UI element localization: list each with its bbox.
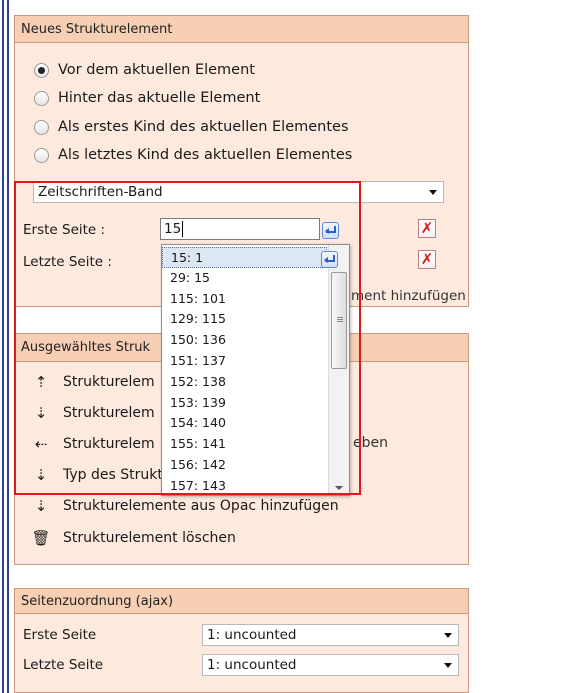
- chevron-down-icon: [429, 190, 437, 195]
- page-suggestion-option[interactable]: 156: 142: [162, 455, 327, 476]
- opac-import-icon: ⇣: [34, 497, 48, 515]
- radio-before-current[interactable]: Vor dem aktuellen Element: [34, 59, 255, 81]
- change-type-icon: ⇣: [34, 466, 48, 484]
- action-label: Strukturelem: [63, 374, 155, 390]
- page-suggestion-option[interactable]: 150: 136: [162, 330, 327, 351]
- structure-type-value: Zeitschriften-Band: [38, 184, 163, 200]
- radio-label: Als erstes Kind des aktuellen Elementes: [58, 119, 349, 135]
- last-page-label: Letzte Seite :: [23, 254, 112, 270]
- delete-element-action[interactable]: 🗑 Strukturelement löschen: [30, 527, 236, 549]
- move-left-icon: ⇠: [34, 435, 48, 453]
- page-suggestion-option[interactable]: 157: 143: [162, 476, 327, 495]
- last-page-clear-icon[interactable]: ✗: [418, 250, 436, 269]
- panel-title-new-structure: Neues Strukturelement: [15, 16, 468, 43]
- page-suggestion-option[interactable]: 15: 1: [162, 247, 327, 268]
- assign-last-page-select[interactable]: 1: uncounted: [202, 654, 459, 676]
- assign-last-page-label: Letzte Seite: [23, 657, 104, 673]
- first-page-value: 15: [164, 221, 182, 237]
- structure-type-select[interactable]: Zeitschriften-Band: [33, 181, 444, 203]
- action-label: Strukturelem: [63, 405, 155, 421]
- first-page-clear-icon[interactable]: ✗: [418, 219, 436, 238]
- action-label: Strukturelement löschen: [63, 530, 236, 546]
- move-element-up-action[interactable]: ⇡ Strukturelem: [30, 371, 155, 393]
- move-element-out-action[interactable]: ⇠ Strukturelem: [30, 433, 155, 455]
- opac-import-action[interactable]: ⇣ Strukturelemente aus Opac hinzufügen: [30, 495, 339, 517]
- assign-first-page-label: Erste Seite: [23, 627, 97, 643]
- radio-label: Vor dem aktuellen Element: [58, 62, 255, 78]
- add-structure-element-link[interactable]: ment hinzufügen: [351, 288, 466, 304]
- window-left-border: [0, 0, 11, 693]
- action-label: Typ des Strukt: [63, 467, 163, 483]
- assign-last-page-value: 1: uncounted: [207, 657, 297, 673]
- radio-button[interactable]: [34, 62, 49, 78]
- first-page-input[interactable]: 15: [160, 218, 320, 240]
- first-page-label: Erste Seite :: [23, 222, 106, 238]
- action-label-suffix: eben: [353, 435, 388, 451]
- page-suggestion-option[interactable]: 151: 137: [162, 351, 327, 372]
- page-suggestion-option[interactable]: 115: 101: [162, 289, 327, 310]
- last-page-apply-icon-overlay[interactable]: [321, 251, 338, 268]
- radio-after-current[interactable]: Hinter das aktuelle Element: [34, 87, 260, 109]
- move-element-down-action[interactable]: ⇣ Strukturelem: [30, 402, 155, 424]
- page-suggestion-option[interactable]: 29: 15: [162, 268, 327, 289]
- scrollbar-thumb[interactable]: [331, 272, 347, 369]
- radio-button[interactable]: [34, 119, 49, 135]
- page-suggestion-list[interactable]: 15: 1 29: 15 115: 101 129: 115 150: 136 151: …: [161, 244, 350, 496]
- scroll-down-icon[interactable]: [335, 486, 343, 490]
- radio-label: Hinter das aktuelle Element: [58, 90, 261, 106]
- assign-first-page-select[interactable]: 1: uncounted: [202, 624, 459, 646]
- move-down-icon: ⇣: [34, 404, 48, 422]
- radio-button[interactable]: [34, 147, 49, 163]
- radio-button[interactable]: [34, 90, 49, 106]
- action-label: Strukturelem: [63, 436, 155, 452]
- chevron-down-icon: [444, 663, 452, 668]
- move-up-icon: ⇡: [34, 373, 48, 391]
- panel-title-page-assignment: Seitenzuordnung (ajax): [15, 589, 468, 614]
- chevron-down-icon: [444, 633, 452, 638]
- page-suggestion-option[interactable]: 153: 139: [162, 393, 327, 414]
- radio-first-child[interactable]: Als erstes Kind des aktuellen Elementes: [34, 116, 349, 138]
- first-page-apply-icon[interactable]: [322, 222, 339, 239]
- assign-first-page-value: 1: uncounted: [207, 627, 297, 643]
- radio-last-child[interactable]: Als letztes Kind des aktuellen Elementes: [34, 144, 352, 166]
- radio-label: Als letztes Kind des aktuellen Elementes: [58, 147, 353, 163]
- action-label: Strukturelemente aus Opac hinzufügen: [63, 498, 339, 514]
- page-suggestion-option[interactable]: 155: 141: [162, 434, 327, 455]
- suggestion-scrollbar[interactable]: [328, 245, 349, 495]
- page-suggestion-option[interactable]: 154: 140: [162, 413, 327, 434]
- change-type-action[interactable]: ⇣ Typ des Strukt: [30, 464, 163, 486]
- page-suggestion-option[interactable]: 152: 138: [162, 372, 327, 393]
- page-assignment-panel: Seitenzuordnung (ajax) Erste Seite 1: un…: [14, 588, 469, 693]
- page-suggestion-option[interactable]: 129: 115: [162, 309, 327, 330]
- trash-icon: 🗑: [31, 529, 51, 547]
